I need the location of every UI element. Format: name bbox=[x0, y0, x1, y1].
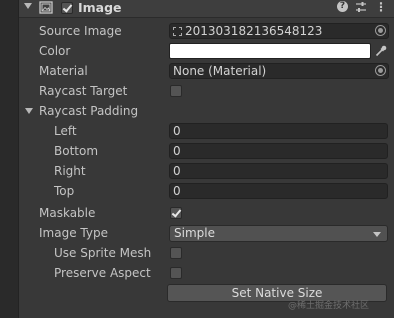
component-title: Image bbox=[78, 0, 122, 15]
padding-left-input[interactable]: 0 bbox=[169, 123, 388, 139]
source-image-label: Source Image bbox=[39, 24, 122, 38]
raycast-padding-row[interactable]: Raycast Padding bbox=[19, 102, 394, 120]
color-label: Color bbox=[39, 44, 71, 58]
material-field[interactable]: None (Material) bbox=[169, 63, 389, 79]
material-row: Material None (Material) bbox=[19, 62, 394, 80]
padding-bottom-label: Bottom bbox=[54, 144, 99, 158]
color-row: Color bbox=[19, 42, 394, 60]
image-component-icon bbox=[39, 1, 53, 14]
image-type-label: Image Type bbox=[39, 226, 108, 240]
image-type-value: Simple bbox=[174, 226, 215, 240]
dropdown-arrow-icon bbox=[373, 232, 381, 237]
padding-bottom-row: Bottom 0 bbox=[19, 142, 394, 160]
padding-right-label: Right bbox=[54, 164, 86, 178]
padding-top-label: Top bbox=[54, 184, 75, 198]
preserve-aspect-label: Preserve Aspect bbox=[54, 266, 151, 280]
help-icon[interactable]: ? bbox=[337, 1, 349, 13]
padding-bottom-input[interactable]: 0 bbox=[169, 143, 388, 159]
chevron-down-icon[interactable] bbox=[24, 3, 32, 9]
raycast-padding-label: Raycast Padding bbox=[39, 104, 139, 118]
sprite-thumbnail-icon bbox=[173, 27, 182, 36]
maskable-row: Maskable bbox=[19, 204, 394, 222]
inspector-panel: Image ? ⋮ Source Image 20130318213654812… bbox=[19, 0, 394, 318]
raycast-target-row: Raycast Target bbox=[19, 82, 394, 100]
hierarchy-edge bbox=[0, 0, 19, 318]
use-sprite-mesh-checkbox[interactable] bbox=[170, 247, 182, 259]
source-image-row: Source Image 201303182136548123 bbox=[19, 22, 394, 40]
eyedropper-icon[interactable] bbox=[374, 44, 388, 58]
chevron-down-icon[interactable] bbox=[25, 108, 33, 114]
material-value: None (Material) bbox=[173, 64, 267, 78]
maskable-checkbox[interactable] bbox=[170, 207, 182, 219]
watermark: @稀土掘金技术社区 bbox=[288, 301, 370, 311]
color-field[interactable] bbox=[169, 43, 371, 59]
use-sprite-mesh-row: Use Sprite Mesh bbox=[19, 244, 394, 262]
use-sprite-mesh-label: Use Sprite Mesh bbox=[54, 246, 152, 260]
object-picker-icon[interactable] bbox=[375, 25, 386, 36]
material-label: Material bbox=[39, 64, 88, 78]
padding-right-row: Right 0 bbox=[19, 162, 394, 180]
object-picker-icon[interactable] bbox=[375, 65, 386, 76]
image-type-dropdown[interactable]: Simple bbox=[169, 225, 388, 242]
sliders-icon[interactable] bbox=[355, 1, 367, 13]
raycast-target-checkbox[interactable] bbox=[170, 85, 182, 97]
padding-right-input[interactable]: 0 bbox=[169, 163, 388, 179]
preserve-aspect-row: Preserve Aspect bbox=[19, 264, 394, 282]
maskable-label: Maskable bbox=[39, 206, 96, 220]
component-enabled-checkbox[interactable] bbox=[61, 2, 73, 14]
padding-left-row: Left 0 bbox=[19, 122, 394, 140]
component-header[interactable]: Image ? ⋮ bbox=[19, 0, 394, 18]
preserve-aspect-checkbox[interactable] bbox=[170, 267, 182, 279]
source-image-value: 201303182136548123 bbox=[185, 24, 323, 38]
raycast-target-label: Raycast Target bbox=[39, 84, 128, 98]
padding-top-input[interactable]: 0 bbox=[169, 183, 388, 199]
padding-left-label: Left bbox=[54, 124, 77, 138]
source-image-field[interactable]: 201303182136548123 bbox=[169, 23, 389, 39]
image-type-row: Image Type Simple bbox=[19, 224, 394, 242]
kebab-menu-icon[interactable]: ⋮ bbox=[375, 1, 387, 13]
padding-top-row: Top 0 bbox=[19, 182, 394, 200]
